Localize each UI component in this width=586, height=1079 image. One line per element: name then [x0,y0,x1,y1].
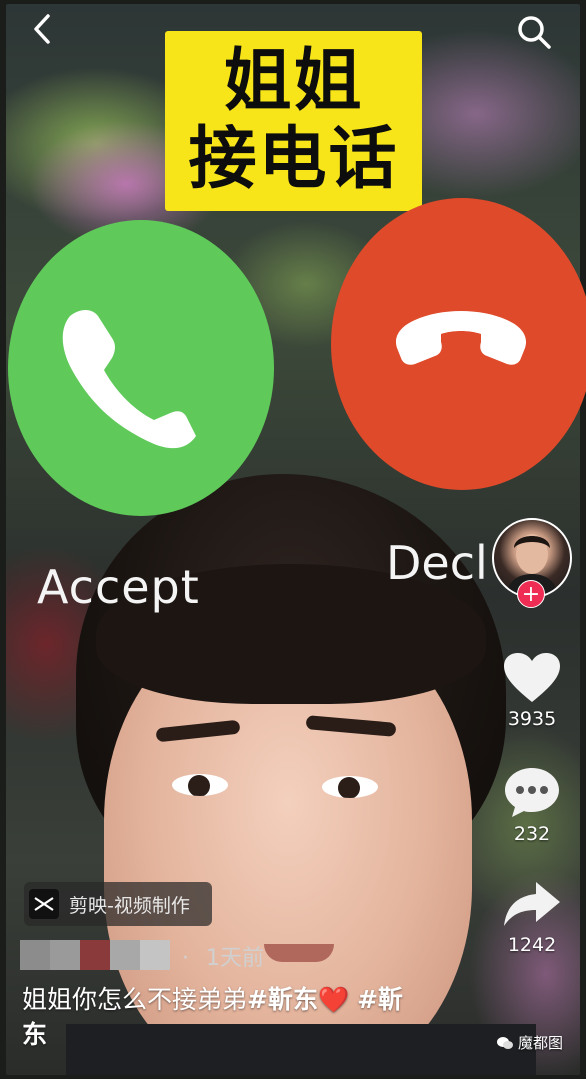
time-ago: 1天前 [206,946,264,971]
heart-icon [504,653,560,702]
video-caption: 姐姐你怎么不接弟弟#靳东❤️ #靳东 [22,982,422,1052]
capcut-tag-text: 剪映-视频制作 [69,894,190,917]
left-eye [172,774,228,796]
accept-label: Accept [37,560,200,614]
right-eye [322,776,378,798]
share-count: 1242 [507,934,557,956]
share-icon [504,882,560,926]
watermark-text: 魔都图 [518,1034,564,1052]
watermark: 魔都图 [496,1032,563,1053]
time-separator: · [182,946,189,971]
post-time: · 1天前 [182,940,264,972]
back-arrow-icon [34,14,50,44]
comment-count: 232 [513,823,551,845]
search-button[interactable] [516,14,552,50]
phone-accept-icon [62,310,196,449]
decline-label: Decl [386,536,488,590]
video-title-card: 姐姐 接电话 [165,31,422,211]
like-count: 3935 [507,708,557,730]
comment-icon [505,768,559,817]
back-button[interactable] [28,12,60,46]
plus-icon: + [521,582,541,607]
caption-text: 姐姐你怎么不接弟弟 [22,985,248,1014]
heart-emoji: ❤️ [317,985,350,1014]
like-button[interactable]: 3935 [498,652,566,730]
caption-hashtag-1[interactable]: #靳东 [247,985,318,1014]
mouth [264,944,334,962]
capcut-tag[interactable]: 剪映-视频制作 [24,882,212,926]
title-line-2: 接电话 [188,120,399,199]
accept-call-graphic [8,220,274,516]
phone-decline-icon [395,311,527,365]
share-button[interactable]: 1242 [498,880,566,956]
capcut-icon [29,889,59,919]
decline-call-graphic [331,198,586,490]
username-redacted[interactable] [20,940,170,970]
title-line-1: 姐姐 [223,42,364,121]
wechat-icon [497,1036,513,1049]
comment-button[interactable]: 232 [498,765,566,845]
search-icon [518,16,551,49]
follow-button[interactable]: + [517,580,545,608]
